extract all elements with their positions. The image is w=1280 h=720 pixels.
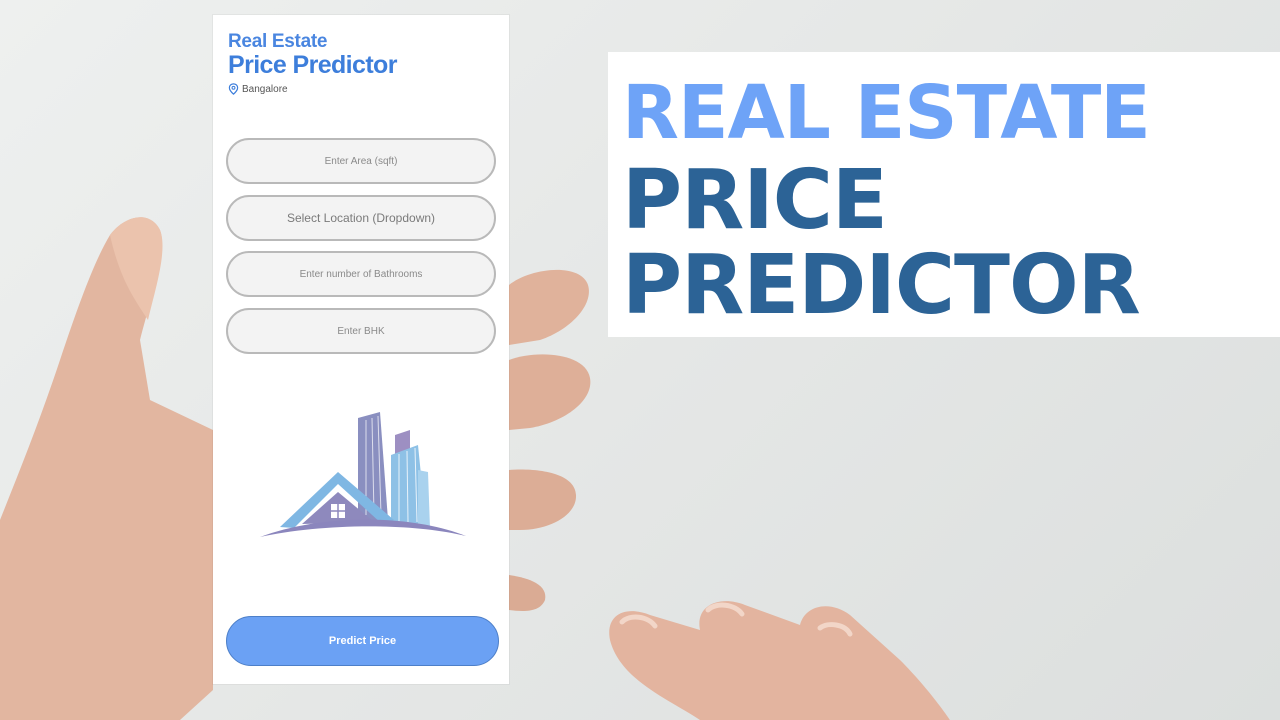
predict-price-button[interactable]: Predict Price [226,616,499,666]
title-banner: REAL ESTATE PRICE PREDICTOR [608,52,1280,337]
banner-line-1: REAL ESTATE [622,70,1151,156]
bhk-input[interactable]: Enter BHK [226,308,496,354]
banner-line-2: PRICE [622,153,888,248]
location-label: Bangalore [242,83,288,95]
location-row: Bangalore [228,83,288,95]
area-input-placeholder: Enter Area (sqft) [324,155,398,167]
area-input[interactable]: Enter Area (sqft) [226,138,496,184]
map-pin-icon [228,83,239,95]
house-buildings-logo [260,412,466,537]
location-dropdown-placeholder: Select Location (Dropdown) [286,211,436,225]
banner-line-3: PREDICTOR [622,238,1141,333]
location-dropdown[interactable]: Select Location (Dropdown) [226,195,496,241]
phone-screen: Real Estate Price Predictor Bangalore En… [213,15,509,684]
bathrooms-input-placeholder: Enter number of Bathrooms [299,268,423,280]
bhk-input-placeholder: Enter BHK [337,325,385,337]
app-title-line1: Real Estate [228,31,328,52]
app-title-line2: Price Predictor [228,51,397,79]
bathrooms-input[interactable]: Enter number of Bathrooms [226,251,496,297]
